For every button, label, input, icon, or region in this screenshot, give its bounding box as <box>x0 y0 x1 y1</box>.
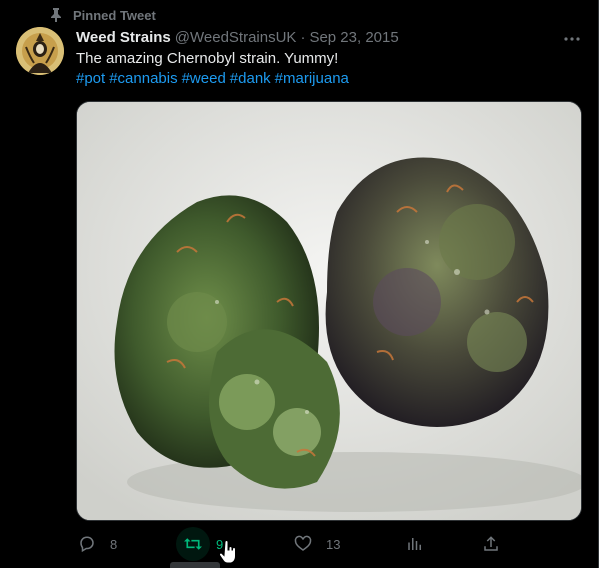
tweet-article[interactable]: Pinned Tweet Weed Strains @WeedStrainsUK… <box>0 0 599 568</box>
more-icon <box>564 28 580 46</box>
retweet-icon <box>176 527 210 561</box>
separator-dot: · <box>300 28 306 46</box>
reply-button[interactable]: 8 <box>70 528 117 560</box>
hashtag-link[interactable]: #cannabis <box>109 70 177 87</box>
hashtag-link[interactable]: #pot <box>76 70 105 87</box>
analytics-icon <box>398 527 432 561</box>
avatar[interactable] <box>16 27 64 75</box>
reply-count: 8 <box>110 536 118 552</box>
hand-pointer-cursor-icon <box>218 540 238 565</box>
like-count: 13 <box>326 536 341 552</box>
tweet-header: Weed Strains @WeedStrainsUK · Sep 23, 20… <box>76 27 582 47</box>
pinned-tweet-label: Pinned Tweet <box>73 7 156 23</box>
like-button[interactable]: 13 <box>286 528 340 560</box>
tab-indicator <box>170 562 220 568</box>
views-button[interactable] <box>398 528 432 560</box>
hashtag-link[interactable]: #weed <box>182 70 226 87</box>
tweet-photo[interactable] <box>76 101 582 521</box>
more-options-button[interactable] <box>562 28 582 46</box>
tweet-body: The amazing Chernobyl strain. Yummy! <box>76 50 339 67</box>
share-icon <box>474 527 508 561</box>
tweet-actions: 8 9 13 <box>70 527 508 561</box>
tweet-date[interactable]: Sep 23, 2015 <box>309 29 398 46</box>
reply-icon <box>70 527 104 561</box>
hashtag-link[interactable]: #marijuana <box>275 70 349 87</box>
share-button[interactable] <box>474 528 508 560</box>
pinned-tweet-indicator: Pinned Tweet <box>49 6 156 24</box>
heart-icon <box>286 527 320 561</box>
hashtag-list: #pot #cannabis #weed #dank #marijuana <box>76 69 582 89</box>
hashtag-link[interactable]: #dank <box>230 70 271 87</box>
display-name[interactable]: Weed Strains <box>76 29 171 46</box>
tweet-text: The amazing Chernobyl strain. Yummy! #po… <box>76 49 582 89</box>
cannabis-bud-photo <box>77 102 581 520</box>
user-handle[interactable]: @WeedStrainsUK <box>175 29 297 46</box>
retweet-button[interactable]: 9 <box>176 527 223 561</box>
pin-icon <box>49 7 63 23</box>
